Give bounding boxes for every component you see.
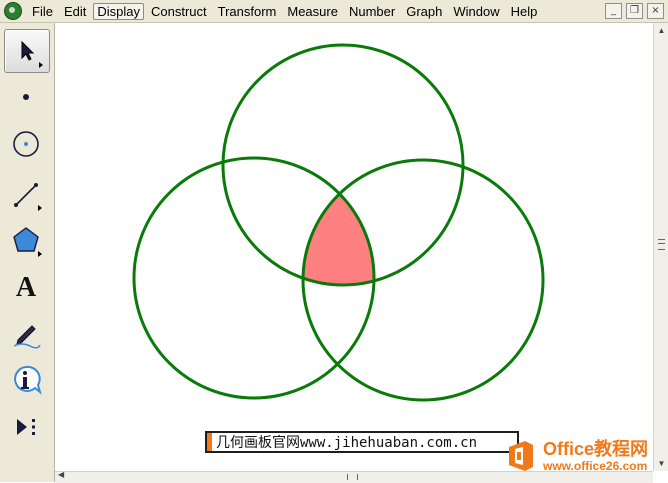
point-tool[interactable] — [4, 76, 48, 118]
sketch-drawing — [132, 43, 545, 402]
scroll-up-icon[interactable]: ▲ — [654, 23, 668, 38]
toolbox: A — [0, 23, 55, 482]
play-custom-icon — [17, 419, 35, 435]
app-icon[interactable] — [4, 2, 22, 20]
menu-help[interactable]: Help — [507, 3, 542, 20]
info-icon — [14, 365, 42, 395]
minimize-button[interactable]: _ — [605, 3, 622, 19]
scroll-left-icon[interactable]: ◀ — [58, 470, 64, 479]
window-controls: _ ❐ × — [605, 3, 664, 19]
point-icon — [23, 94, 29, 100]
arrow-icon — [21, 40, 35, 61]
tool-menu-indicator-icon — [38, 205, 42, 211]
sketch-canvas[interactable] — [55, 23, 653, 471]
watermark-url: www.office26.com — [543, 459, 648, 473]
marker-tool[interactable] — [4, 313, 48, 355]
text-a-icon: A — [15, 272, 37, 303]
information-tool[interactable] — [4, 359, 48, 401]
vertical-scrollbar[interactable]: ▲ ▼ — [653, 23, 668, 471]
menu-bar: File Edit Display Construct Transform Me… — [0, 0, 668, 23]
polygon-tool[interactable] — [4, 219, 48, 261]
menu-graph[interactable]: Graph — [402, 3, 446, 20]
caption-box[interactable]: 几何画板官网www.jihehuaban.com.cn — [205, 431, 519, 453]
watermark-title: Office教程网 — [543, 439, 649, 459]
arrow-select-tool[interactable] — [4, 29, 50, 73]
menu-edit[interactable]: Edit — [60, 3, 90, 20]
pen-marker-icon — [13, 325, 41, 349]
restore-button[interactable]: ❐ — [626, 3, 643, 19]
office-watermark: Office教程网 www.office26.com — [505, 436, 665, 476]
menu-file[interactable]: File — [28, 3, 57, 20]
menu-measure[interactable]: Measure — [283, 3, 342, 20]
scroll-grip-icon[interactable] — [347, 474, 358, 480]
menu-number[interactable]: Number — [345, 3, 399, 20]
caption-text: 几何画板官网www.jihehuaban.com.cn — [216, 435, 478, 451]
office-logo-icon — [509, 441, 533, 471]
caption-accent-bar — [207, 433, 212, 451]
compass-circle-icon — [13, 131, 39, 157]
tool-menu-indicator-icon — [38, 251, 42, 257]
menu-transform[interactable]: Transform — [214, 3, 281, 20]
tool-menu-indicator-icon — [39, 62, 43, 68]
straightedge-tool[interactable] — [4, 173, 48, 215]
scroll-grip-icon[interactable] — [658, 239, 665, 250]
menu-display[interactable]: Display — [93, 2, 144, 20]
text-tool[interactable]: A — [4, 267, 48, 309]
compass-tool[interactable] — [4, 123, 48, 165]
custom-tool[interactable] — [4, 406, 48, 448]
menu-window[interactable]: Window — [449, 3, 503, 20]
menu-construct[interactable]: Construct — [147, 3, 211, 20]
close-button[interactable]: × — [647, 3, 664, 19]
